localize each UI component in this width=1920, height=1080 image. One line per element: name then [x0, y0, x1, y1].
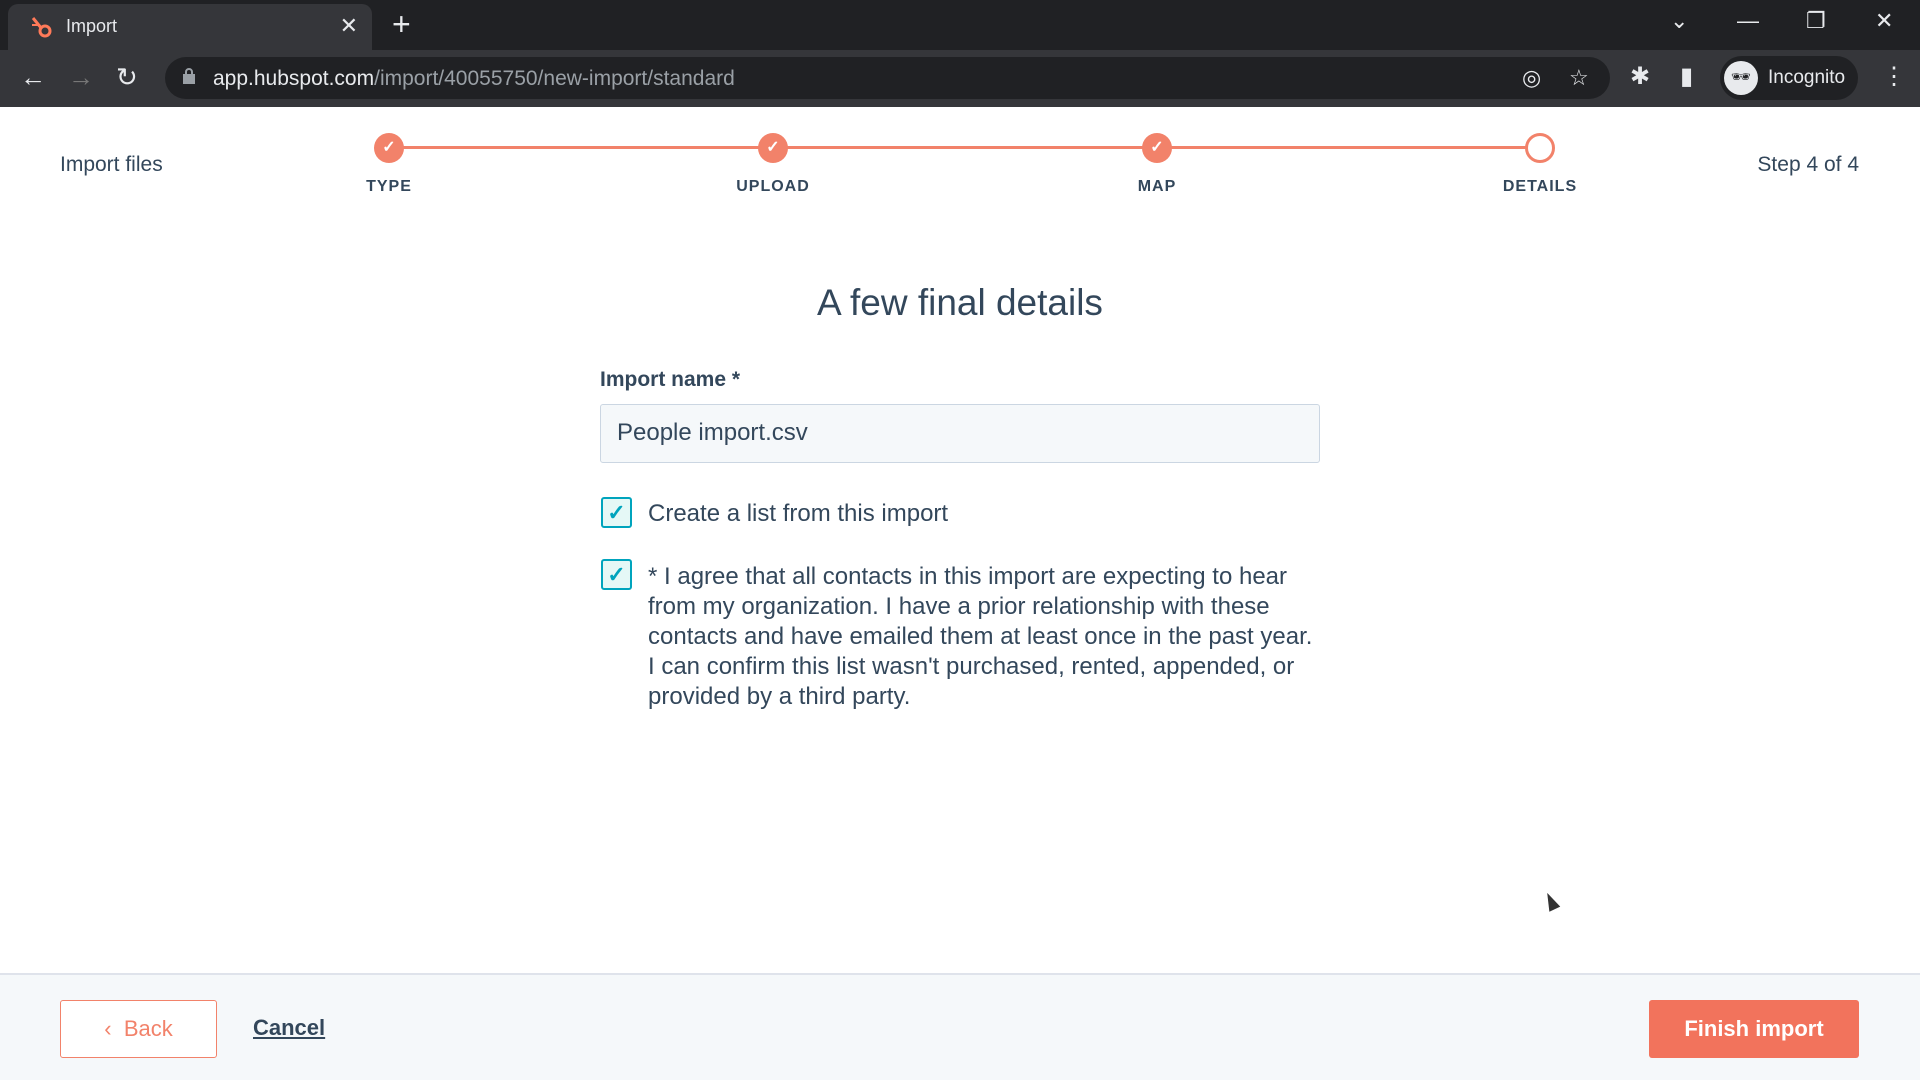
menu-kebab-icon[interactable]: ⋮: [1882, 62, 1906, 91]
step-label-type: TYPE: [366, 178, 412, 195]
page-title: Import files: [60, 153, 163, 176]
url-text: app.hubspot.com/import/40055750/new-impo…: [213, 67, 735, 90]
step-label-details: DETAILS: [1502, 178, 1578, 195]
reload-icon[interactable]: ↻: [116, 62, 138, 93]
close-window-icon[interactable]: ✕: [1875, 8, 1893, 34]
step-label-upload: UPLOAD: [736, 178, 810, 195]
side-panel-icon[interactable]: ▮: [1680, 62, 1693, 91]
hubspot-logo-icon: [31, 17, 52, 38]
step-details-circle-icon: [1525, 133, 1555, 163]
browser-tab[interactable]: Import ✕: [8, 4, 372, 50]
consent-label: * I agree that all contacts in this impo…: [648, 563, 1313, 710]
finish-import-button[interactable]: Finish import: [1649, 1000, 1859, 1058]
section-heading: A few final details: [817, 282, 1103, 323]
step-upload-check-icon: ✓: [758, 133, 788, 163]
progress-line: [389, 146, 1540, 149]
lock-icon: [183, 68, 195, 84]
minimize-icon[interactable]: —: [1737, 8, 1759, 34]
forward-arrow-icon[interactable]: →: [68, 62, 94, 93]
cancel-link[interactable]: Cancel: [253, 1015, 325, 1041]
step-map-check-icon: ✓: [1142, 133, 1172, 163]
create-list-label: Create a list from this import: [648, 500, 949, 527]
step-label-map: MAP: [1137, 178, 1177, 195]
browser-toolbar: ← → ↻ app.hubspot.com/import/40055750/ne…: [0, 50, 1920, 107]
bookmark-star-icon[interactable]: ☆: [1569, 65, 1589, 91]
extensions-icon[interactable]: ✱: [1630, 62, 1650, 91]
import-name-label: Import name *: [600, 368, 741, 391]
footer-bar: ‹ Back Cancel Finish import: [0, 973, 1920, 1080]
incognito-profile-button[interactable]: 🕶 Incognito: [1720, 56, 1858, 100]
step-type-check-icon: ✓: [374, 133, 404, 163]
create-list-checkbox[interactable]: ✓: [601, 497, 632, 528]
incognito-icon: 🕶: [1724, 61, 1758, 95]
address-bar[interactable]: app.hubspot.com/import/40055750/new-impo…: [165, 57, 1610, 99]
back-label: Back: [123, 1016, 173, 1041]
eye-off-icon[interactable]: ◎: [1522, 65, 1541, 91]
close-tab-icon[interactable]: ✕: [340, 13, 358, 39]
chevron-left-icon: ‹: [104, 1016, 124, 1041]
browser-tab-bar: Import ✕ + ⌄ — ❐ ✕: [0, 0, 1920, 50]
restore-icon[interactable]: ❐: [1806, 8, 1826, 34]
mouse-cursor-icon: [1541, 890, 1561, 912]
step-counter: Step 4 of 4: [1757, 153, 1859, 176]
back-arrow-icon[interactable]: ←: [20, 62, 46, 93]
profile-label: Incognito: [1768, 67, 1846, 88]
tab-search-icon[interactable]: ⌄: [1670, 8, 1688, 34]
new-tab-icon[interactable]: +: [392, 6, 411, 43]
tab-title: Import: [66, 16, 118, 36]
import-name-input[interactable]: People import.csv: [600, 404, 1320, 463]
consent-checkbox[interactable]: ✓: [601, 559, 632, 590]
back-button[interactable]: ‹ Back: [60, 1000, 217, 1058]
